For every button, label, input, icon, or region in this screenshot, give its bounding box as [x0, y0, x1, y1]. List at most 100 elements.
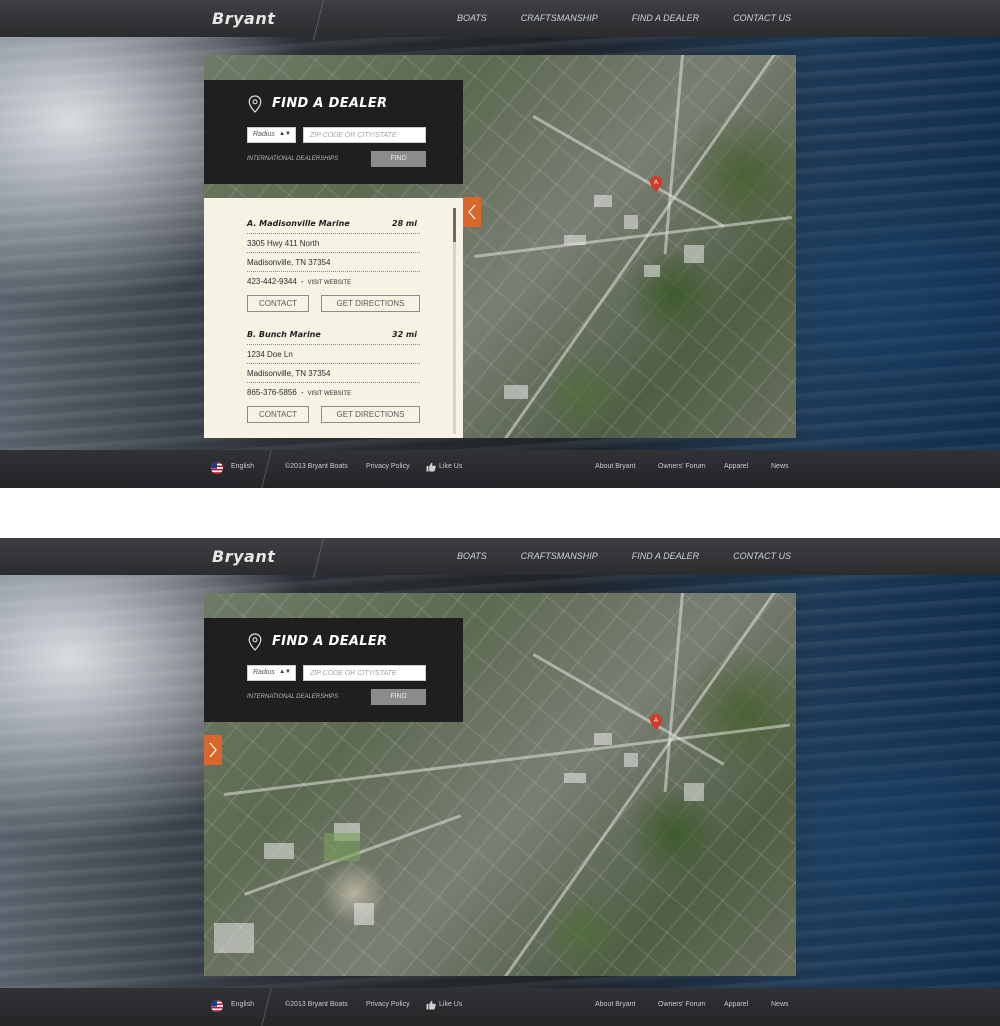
dealer-address: 3305 Hwy 411 North [247, 234, 420, 253]
privacy-policy-link[interactable]: Privacy Policy [366, 1001, 410, 1008]
header-divider [313, 538, 324, 578]
thumbs-up-icon[interactable] [426, 1000, 436, 1010]
dealer-separator: - [300, 388, 304, 397]
dealer-contact-line: 865-376-5856- VISIT WEBSITE [247, 383, 420, 402]
scrollbar-thumb[interactable] [453, 208, 456, 242]
like-us-link[interactable]: Like Us [439, 463, 462, 470]
get-directions-button[interactable]: GET DIRECTIONS [321, 295, 420, 312]
footer-link-about[interactable]: About Bryant [595, 1001, 635, 1008]
footer: English ©2013 Bryant Boats Privacy Polic… [0, 450, 1000, 488]
footer-link-owners-forum[interactable]: Owners' Forum [658, 1001, 706, 1008]
copyright-text: ©2013 Bryant Boats [285, 1001, 348, 1008]
visit-website-link[interactable]: VISIT WEBSITE [308, 391, 352, 397]
map-marker-a-icon[interactable]: A [650, 714, 662, 730]
expand-panel-tab[interactable] [204, 735, 222, 765]
international-dealerships-link[interactable]: INTERNATIONAL DEALERSHIPS [247, 694, 338, 700]
footer-link-owners-forum[interactable]: Owners' Forum [658, 463, 706, 470]
dealer-name-row: B. Bunch Marine 32 mi [247, 330, 420, 345]
main-nav: BOATS CRAFTSMANSHIP FIND A DEALER CONTAC… [423, 13, 791, 23]
dealer-phone: 865-376-5856 [247, 388, 297, 397]
dealer-result: B. Bunch Marine 32 mi 1234 Doe Ln Madiso… [247, 330, 420, 430]
nav-find-a-dealer[interactable]: FIND A DEALER [632, 13, 699, 23]
find-button[interactable]: FIND [371, 151, 426, 167]
like-us-link[interactable]: Like Us [439, 1001, 462, 1008]
find-button[interactable]: FIND [371, 689, 426, 705]
visit-website-link[interactable]: VISIT WEBSITE [308, 280, 352, 286]
dealer-name-row: A. Madisonville Marine 28 mi [247, 219, 420, 234]
nav-find-a-dealer[interactable]: FIND A DEALER [632, 551, 699, 561]
map-building [504, 385, 528, 399]
dealer-city: Madisonville, TN 37354 [247, 364, 420, 383]
map-field [324, 833, 360, 861]
collapse-panel-tab[interactable] [463, 197, 481, 227]
map-road [224, 723, 791, 796]
zip-search-input[interactable] [303, 127, 426, 143]
nav-craftsmanship[interactable]: CRAFTSMANSHIP [521, 551, 598, 561]
map-building [594, 733, 612, 745]
footer-link-apparel[interactable]: Apparel [724, 1001, 748, 1008]
dealer-address: 1234 Doe Ln [247, 345, 420, 364]
contact-button[interactable]: CONTACT [247, 406, 309, 423]
dealer-contact-line: 423-442-9344- VISIT WEBSITE [247, 272, 420, 291]
radius-select[interactable]: Radius ▲▼ [247, 127, 296, 143]
map-marker-label: A [654, 718, 658, 724]
dealer-actions: CONTACT GET DIRECTIONS [247, 406, 420, 430]
map-road [663, 593, 684, 793]
map-marker-label: A [654, 180, 658, 186]
screen-panel-collapsed: Bryant BOATS CRAFTSMANSHIP FIND A DEALER… [0, 538, 1000, 1026]
map-building [684, 245, 704, 263]
map-marker-a-icon[interactable]: A [650, 176, 662, 192]
main-nav: BOATS CRAFTSMANSHIP FIND A DEALER CONTAC… [423, 551, 791, 561]
map-road [663, 55, 684, 255]
nav-boats[interactable]: BOATS [457, 13, 487, 23]
map-road [532, 115, 725, 228]
contact-button[interactable]: CONTACT [247, 295, 309, 312]
map-building [214, 923, 254, 953]
international-dealerships-link[interactable]: INTERNATIONAL DEALERSHIPS [247, 156, 338, 162]
language-selector[interactable]: English [231, 463, 254, 470]
radius-select[interactable]: Radius ▲▼ [247, 665, 296, 681]
map-building [644, 265, 660, 277]
panel-title: FIND A DEALER [272, 96, 388, 111]
map-building [564, 235, 586, 245]
radius-select-value: Radius [253, 669, 275, 676]
nav-craftsmanship[interactable]: CRAFTSMANSHIP [521, 13, 598, 23]
footer-link-news[interactable]: News [771, 463, 789, 470]
header-divider [313, 0, 324, 40]
footer-link-apparel[interactable]: Apparel [724, 463, 748, 470]
dealer-results-list[interactable]: A. Madisonville Marine 28 mi 3305 Hwy 41… [204, 198, 463, 438]
privacy-policy-link[interactable]: Privacy Policy [366, 463, 410, 470]
radius-select-value: Radius [253, 131, 275, 138]
footer-link-news[interactable]: News [771, 1001, 789, 1008]
dealer-distance: 28 mi [392, 219, 417, 228]
dealer-actions: CONTACT GET DIRECTIONS [247, 295, 420, 319]
select-arrows-icon: ▲▼ [279, 131, 291, 137]
footer-divider [261, 988, 272, 1026]
map-building [264, 843, 294, 859]
dealer-result: A. Madisonville Marine 28 mi 3305 Hwy 41… [247, 219, 420, 319]
footer-divider [261, 450, 272, 488]
bryant-logo[interactable]: Bryant [212, 9, 275, 28]
thumbs-up-icon[interactable] [426, 462, 436, 472]
map-building [684, 783, 704, 801]
select-arrows-icon: ▲▼ [279, 669, 291, 675]
map-pin-outline-icon [248, 95, 262, 113]
us-flag-icon[interactable] [211, 1000, 223, 1012]
dealer-distance: 32 mi [392, 330, 417, 339]
language-selector[interactable]: English [231, 1001, 254, 1008]
screen-panel-expanded: Bryant BOATS CRAFTSMANSHIP FIND A DEALER… [0, 0, 1000, 488]
nav-contact-us[interactable]: CONTACT US [733, 551, 791, 561]
dealer-name: B. Bunch Marine [247, 330, 321, 339]
us-flag-icon[interactable] [211, 462, 223, 474]
chevron-left-icon [468, 204, 476, 220]
zip-search-input[interactable] [303, 665, 426, 681]
get-directions-button[interactable]: GET DIRECTIONS [321, 406, 420, 423]
map-building [594, 195, 612, 207]
copyright-text: ©2013 Bryant Boats [285, 463, 348, 470]
nav-boats[interactable]: BOATS [457, 551, 487, 561]
results-scrollbar[interactable] [453, 208, 456, 434]
footer-link-about[interactable]: About Bryant [595, 463, 635, 470]
bryant-logo[interactable]: Bryant [212, 547, 275, 566]
footer: English ©2013 Bryant Boats Privacy Polic… [0, 988, 1000, 1026]
nav-contact-us[interactable]: CONTACT US [733, 13, 791, 23]
